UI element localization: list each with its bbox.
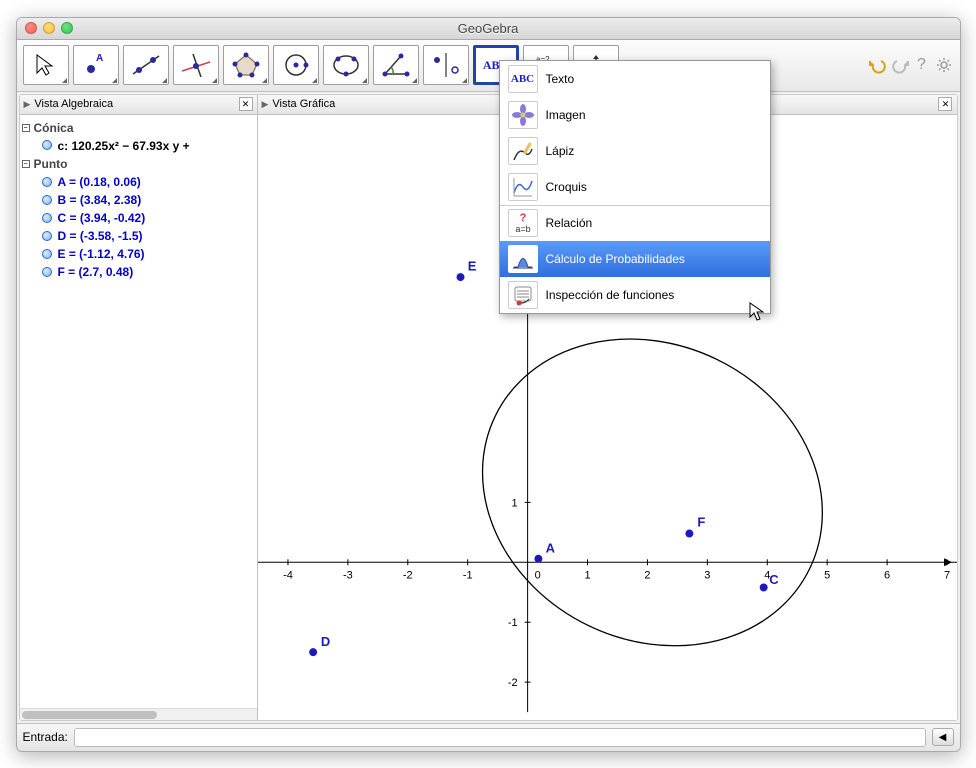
window-title: GeoGebra xyxy=(458,21,519,36)
algebra-panel-title: Vista Algebraica xyxy=(34,98,113,110)
input-submit-button[interactable]: ◀ xyxy=(932,728,954,746)
tool-point[interactable]: A xyxy=(73,45,119,85)
algebra-item-c[interactable]: C = (3.94, -0.42) xyxy=(22,209,255,227)
text-tool-dropdown: ABC Texto Imagen Lápiz Croquis ?a=b Rela… xyxy=(499,60,771,314)
svg-text:-2: -2 xyxy=(507,677,517,689)
algebra-item-conic[interactable]: c: 120.25x² − 67.93x y + xyxy=(22,137,255,155)
tool-angle[interactable] xyxy=(373,45,419,85)
help-button[interactable]: ? xyxy=(912,55,932,75)
svg-text:6: 6 xyxy=(884,569,890,581)
algebra-category-point[interactable]: −Punto xyxy=(22,155,255,173)
tool-move[interactable] xyxy=(23,45,69,85)
algebra-item-a[interactable]: A = (0.18, 0.06) xyxy=(22,173,255,191)
dropdown-item-pencil[interactable]: Lápiz xyxy=(500,133,770,169)
svg-text:-2: -2 xyxy=(402,569,412,581)
dropdown-item-relation[interactable]: ?a=b Relación xyxy=(500,205,770,241)
svg-text:F: F xyxy=(697,514,705,529)
algebra-panel-header: ▶ Vista Algebraica ✕ xyxy=(20,95,257,115)
svg-text:1: 1 xyxy=(511,497,517,509)
svg-text:D: D xyxy=(320,634,329,649)
zoom-window-button[interactable] xyxy=(61,22,73,34)
undo-button[interactable] xyxy=(868,55,888,75)
tool-conic[interactable] xyxy=(323,45,369,85)
minimize-window-button[interactable] xyxy=(43,22,55,34)
input-bar: Entrada: ◀ xyxy=(17,723,960,751)
tool-reflect[interactable] xyxy=(423,45,469,85)
algebra-item-d[interactable]: D = (-3.58, -1.5) xyxy=(22,227,255,245)
redo-button[interactable] xyxy=(890,55,910,75)
svg-text:-1: -1 xyxy=(507,617,517,629)
algebra-scrollbar[interactable] xyxy=(20,708,257,720)
svg-text:C: C xyxy=(769,572,779,587)
algebra-close-button[interactable]: ✕ xyxy=(239,97,253,111)
svg-text:A: A xyxy=(96,53,103,64)
svg-text:-3: -3 xyxy=(342,569,352,581)
sketch-icon xyxy=(508,173,538,201)
svg-text:5: 5 xyxy=(824,569,830,581)
command-input[interactable] xyxy=(74,728,926,747)
dropdown-item-sketch[interactable]: Croquis xyxy=(500,169,770,205)
chevron-right-icon[interactable]: ▶ xyxy=(24,99,31,110)
algebra-category-conic[interactable]: −Cónica xyxy=(22,119,255,137)
distribution-icon xyxy=(508,245,538,273)
tool-polygon[interactable] xyxy=(223,45,269,85)
titlebar[interactable]: GeoGebra xyxy=(17,18,960,40)
svg-text:a=b: a=b xyxy=(515,224,530,234)
algebra-item-e[interactable]: E = (-1.12, 4.76) xyxy=(22,245,255,263)
flower-icon xyxy=(508,101,538,129)
svg-text:E: E xyxy=(467,258,476,273)
inspect-icon xyxy=(508,281,538,309)
algebra-tree: −Cónica c: 120.25x² − 67.93x y + −Punto … xyxy=(20,115,257,708)
close-window-button[interactable] xyxy=(25,22,37,34)
chevron-right-icon[interactable]: ▶ xyxy=(262,99,269,110)
dropdown-item-probability[interactable]: Cálculo de Probabilidades xyxy=(500,241,770,277)
tool-perpendicular[interactable] xyxy=(173,45,219,85)
svg-text:A: A xyxy=(545,540,555,555)
svg-text:-4: -4 xyxy=(283,569,293,581)
point-e[interactable] xyxy=(456,273,464,281)
svg-text:3: 3 xyxy=(704,569,710,581)
tool-circle[interactable] xyxy=(273,45,319,85)
toolbar: A ABC a=2 ? xyxy=(17,40,960,92)
input-label: Entrada: xyxy=(23,730,68,744)
svg-text:1: 1 xyxy=(584,569,590,581)
relation-icon: ?a=b xyxy=(508,209,538,237)
dropdown-item-inspect[interactable]: Inspección de funciones xyxy=(500,277,770,313)
svg-text:7: 7 xyxy=(943,569,949,581)
svg-text:2: 2 xyxy=(644,569,650,581)
pencil-icon xyxy=(508,137,538,165)
svg-text:0: 0 xyxy=(534,569,540,581)
point-d[interactable] xyxy=(309,648,317,656)
dropdown-item-image[interactable]: Imagen xyxy=(500,97,770,133)
svg-text:?: ? xyxy=(519,212,526,224)
settings-button[interactable] xyxy=(934,55,954,75)
graphics-panel-title: Vista Gráfica xyxy=(272,98,335,110)
tool-line[interactable] xyxy=(123,45,169,85)
graphics-close-button[interactable]: ✕ xyxy=(938,97,952,111)
text-icon: ABC xyxy=(508,65,538,93)
algebra-item-b[interactable]: B = (3.84, 2.38) xyxy=(22,191,255,209)
dropdown-item-text[interactable]: ABC Texto xyxy=(500,61,770,97)
algebra-item-f[interactable]: F = (2.7, 0.48) xyxy=(22,263,255,281)
point-a[interactable] xyxy=(534,554,542,562)
point-f[interactable] xyxy=(685,529,693,537)
point-c[interactable] xyxy=(759,583,767,591)
svg-text:-1: -1 xyxy=(462,569,472,581)
